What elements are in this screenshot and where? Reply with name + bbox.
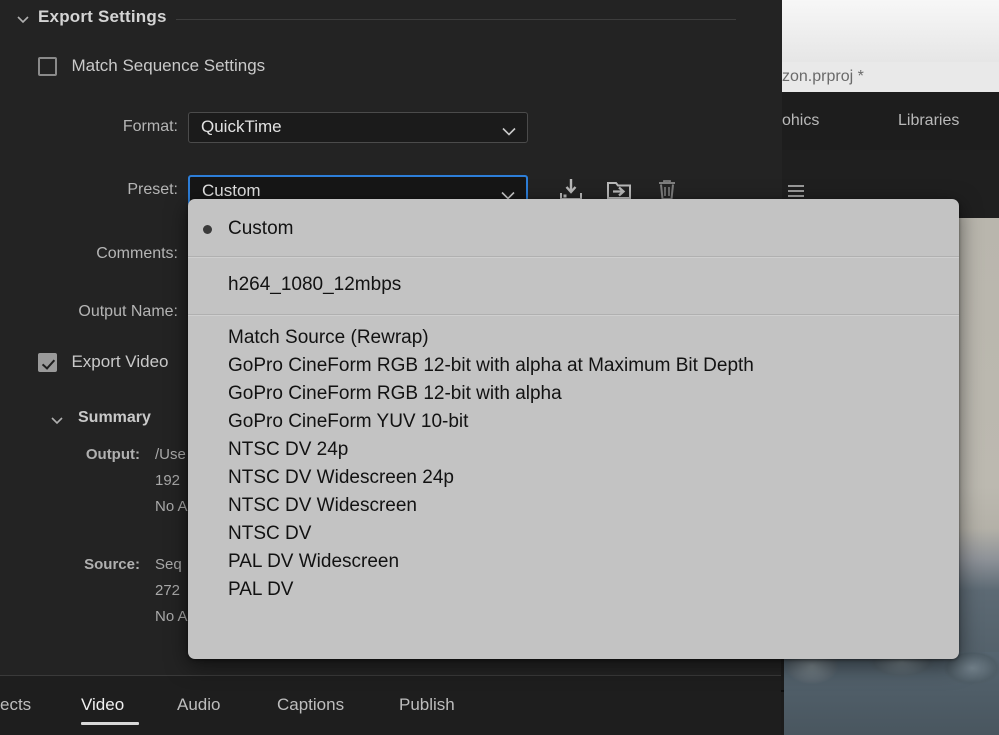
page-title: Export Settings [38,7,167,26]
tab-audio[interactable]: Audio [177,695,220,715]
format-value: QuickTime [201,117,282,136]
dropdown-item-label: GoPro CineForm RGB 12-bit with alpha at … [228,355,754,376]
format-dropdown[interactable]: QuickTime [188,112,528,143]
background-photo-treeline [782,652,999,735]
chevron-down-icon[interactable] [50,413,64,427]
preset-label: Preset: [127,181,178,198]
dropdown-item-ntsc-dv[interactable]: NTSC DV [188,520,959,548]
tab-effects[interactable]: ects [0,695,31,715]
dropdown-item-h264[interactable]: h264_1080_12mbps [188,264,959,306]
chevron-down-icon[interactable] [16,12,30,26]
summary-output-value-2: 192 [155,472,181,489]
selected-bullet-icon [203,225,212,234]
dropdown-item-label: Match Source (Rewrap) [228,327,429,348]
checkbox-icon[interactable] [38,56,57,76]
hamburger-menu-icon[interactable] [788,185,804,197]
dropdown-group-saved: h264_1080_12mbps [188,257,959,314]
dropdown-item-label: h264_1080_12mbps [228,274,402,295]
summary-source-value-3: No A [155,608,188,625]
export-settings-header[interactable]: Export Settings [0,3,781,31]
header-divider [176,19,736,20]
dropdown-item-ntsc-dv-24p[interactable]: NTSC DV 24p [188,436,959,464]
dropdown-item-ntsc-dv-widescreen-24p[interactable]: NTSC DV Widescreen 24p [188,464,959,492]
output-name-label: Output Name: [78,303,178,320]
tab-publish[interactable]: Publish [399,695,455,715]
dropdown-item-gopro-rgb12-alpha-max[interactable]: GoPro CineForm RGB 12-bit with alpha at … [188,352,959,380]
match-sequence-settings-label: Match Sequence Settings [71,56,266,75]
dropdown-item-label: Custom [228,218,294,239]
preset-value: Custom [202,181,261,200]
dropdown-item-label: NTSC DV Widescreen [228,495,417,516]
chevron-down-icon[interactable] [502,123,516,136]
project-file-title: zon.prproj * [782,68,864,85]
format-label: Format: [122,118,178,135]
chevron-down-icon[interactable] [501,187,515,200]
dropdown-item-ntsc-dv-widescreen[interactable]: NTSC DV Widescreen [188,492,959,520]
summary-source-label: Source: [84,556,140,573]
workspace-tab-graphics[interactable]: ohics [782,112,819,130]
dropdown-item-label: NTSC DV [228,523,312,544]
summary-section-title: Summary [78,409,151,426]
dropdown-item-pal-dv[interactable]: PAL DV [188,576,959,604]
workspace-tab-libraries[interactable]: Libraries [898,112,959,130]
background-window-titlebar [782,0,999,62]
dropdown-item-match-source[interactable]: Match Source (Rewrap) [188,324,959,352]
dropdown-item-label: PAL DV Widescreen [228,551,400,572]
preset-options-dropdown[interactable]: Custom h264_1080_12mbps Match Source (Re… [188,199,959,659]
summary-source-value-1: Seq [155,556,182,573]
tab-active-underline [81,722,139,725]
dropdown-item-label: PAL DV [228,579,294,600]
dropdown-item-label: GoPro CineForm YUV 10-bit [228,411,469,432]
summary-output-value-1: /Use [155,446,186,463]
summary-source-value-2: 272 [155,582,181,599]
dropdown-item-label: NTSC DV Widescreen 24p [228,467,454,488]
match-sequence-settings-checkbox[interactable]: Match Sequence Settings [38,56,265,82]
summary-output-value-3: No A [155,498,188,515]
checkbox-checked-icon[interactable] [38,352,57,372]
dropdown-item-label: NTSC DV 24p [228,439,349,460]
comments-label: Comments: [96,245,178,262]
summary-output-label: Output: [85,446,140,463]
dropdown-item-gopro-rgb12-alpha[interactable]: GoPro CineForm RGB 12-bit with alpha [188,380,959,408]
dropdown-group-builtin: Match Source (Rewrap) GoPro CineForm RGB… [188,315,959,604]
dropdown-item-custom[interactable]: Custom [188,208,959,250]
export-video-checkbox[interactable]: Export Video [38,352,168,378]
export-video-label: Export Video [71,352,169,371]
dropdown-item-label: GoPro CineForm RGB 12-bit with alpha [228,383,562,404]
dropdown-item-gopro-yuv10[interactable]: GoPro CineForm YUV 10-bit [188,408,959,436]
dropdown-item-pal-dv-widescreen[interactable]: PAL DV Widescreen [188,548,959,576]
tab-video[interactable]: Video [81,695,124,715]
tab-captions[interactable]: Captions [277,695,344,715]
dropdown-group-current: Custom [188,199,959,256]
